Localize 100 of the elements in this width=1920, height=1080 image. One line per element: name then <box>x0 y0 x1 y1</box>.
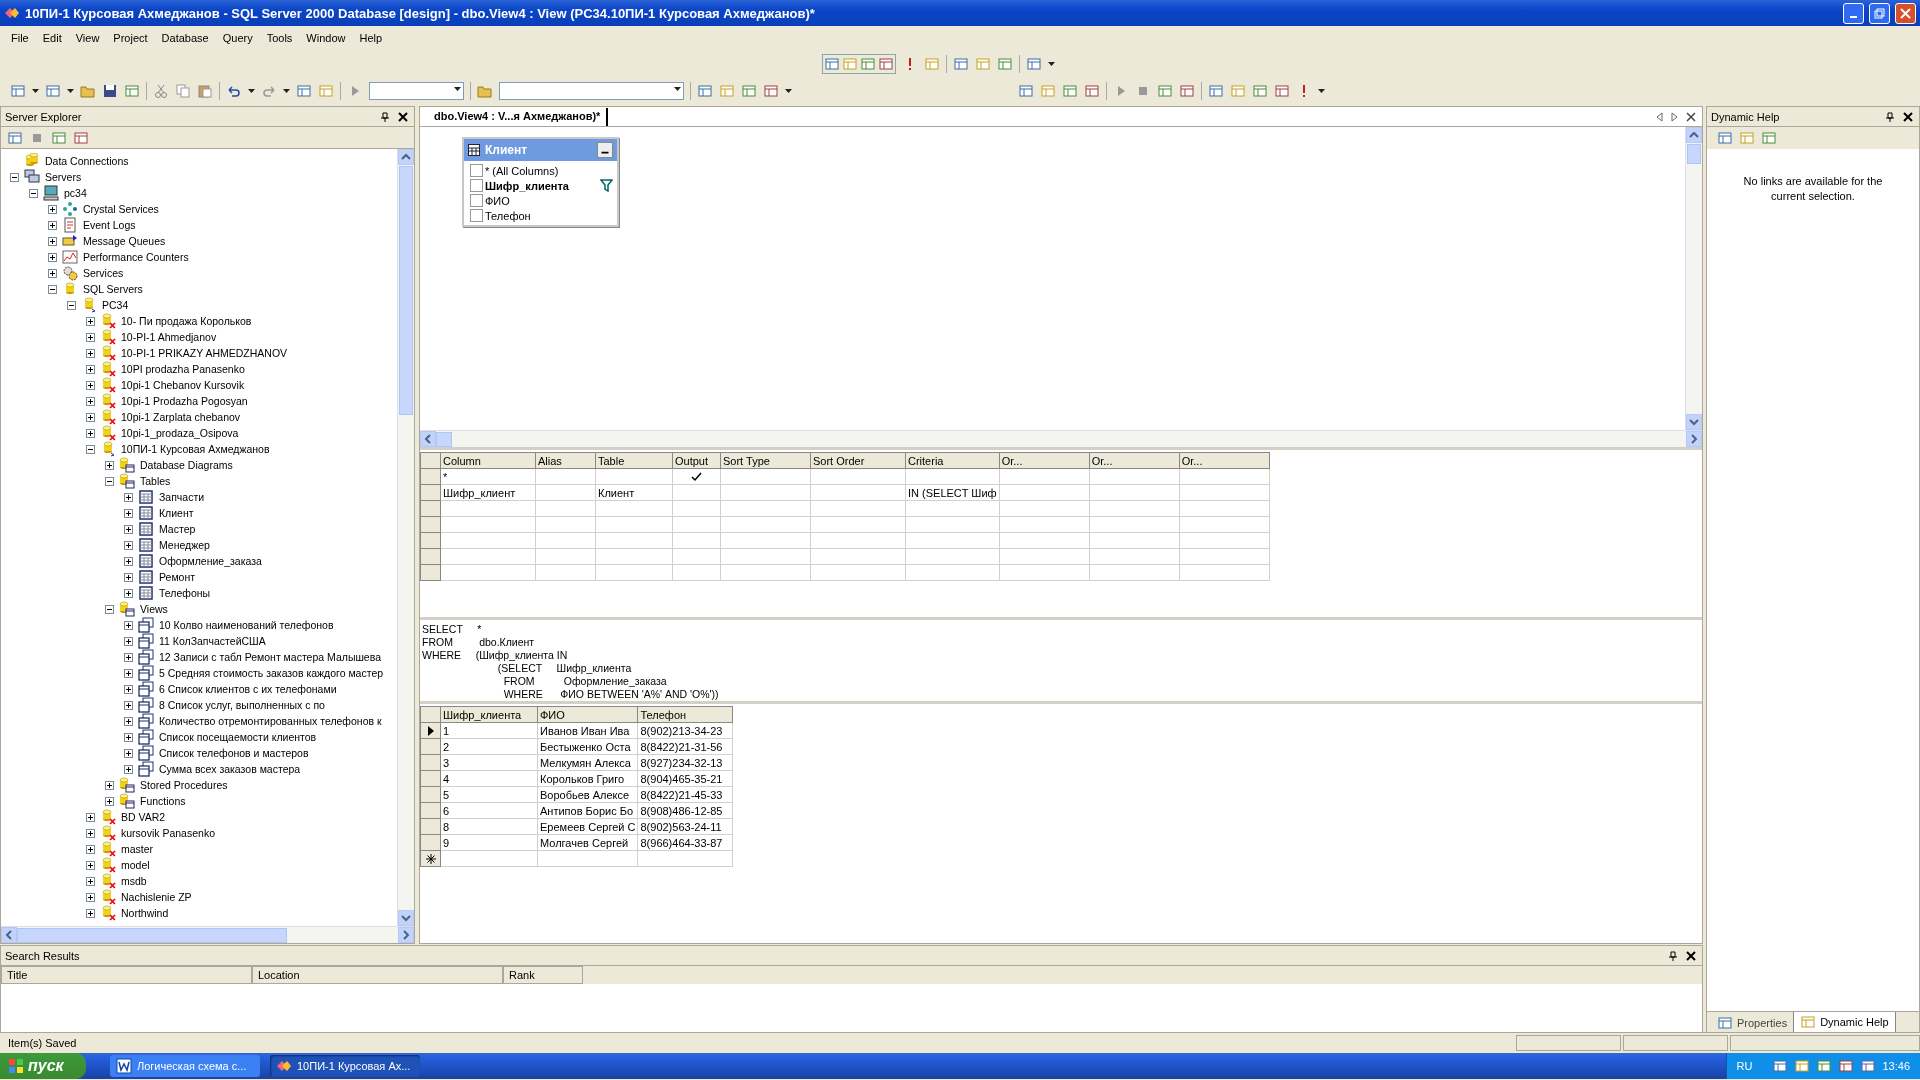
tree-item[interactable]: 10-PI-1 Ahmedjanov <box>120 331 218 343</box>
column-header[interactable]: Or... <box>1179 452 1270 469</box>
menu-item[interactable]: Database <box>154 29 216 47</box>
tree-item[interactable]: 5 Средняя стоимость заказов каждого мастер <box>158 667 385 679</box>
column-header[interactable]: ФИО <box>537 706 638 723</box>
expand-icon[interactable] <box>86 364 95 374</box>
scroll-up-icon[interactable] <box>1686 127 1702 143</box>
scroll-left-icon[interactable] <box>1 927 17 943</box>
dropdown-arrow-icon[interactable] <box>1048 60 1055 67</box>
column-header[interactable]: Column <box>440 452 536 469</box>
expand-icon[interactable] <box>86 828 95 838</box>
expand-icon[interactable] <box>124 764 133 774</box>
pin-icon[interactable] <box>1668 950 1678 961</box>
collapse-icon[interactable] <box>105 604 114 614</box>
minimize-button[interactable] <box>1843 2 1864 24</box>
tree-item[interactable]: 11 КолЗапчастейСША <box>158 635 267 647</box>
expand-icon[interactable] <box>105 780 114 790</box>
scroll-left-icon[interactable] <box>1656 111 1663 122</box>
menu-item[interactable]: File <box>4 29 36 47</box>
checkbox[interactable] <box>470 209 483 222</box>
tree-item[interactable]: Список телефонов и мастеров <box>158 747 310 759</box>
checkbox[interactable] <box>470 194 483 207</box>
scroll-up-icon[interactable] <box>398 149 414 165</box>
checkbox[interactable] <box>470 164 483 177</box>
tree-item[interactable]: Performance Counters <box>82 251 190 263</box>
tree-item[interactable]: model <box>120 859 151 871</box>
expand-icon[interactable] <box>124 572 133 582</box>
expand-icon[interactable] <box>105 460 114 470</box>
start-button[interactable]: пуск <box>0 1053 86 1079</box>
scrollbar-thumb[interactable] <box>17 927 287 943</box>
tree-item[interactable]: Количество отремонтированных телефонов к <box>158 715 383 727</box>
save-icon[interactable] <box>102 82 118 99</box>
tree-item[interactable]: Ремонт <box>158 571 197 583</box>
expand-icon[interactable] <box>86 316 95 326</box>
collapse-icon[interactable] <box>29 188 38 198</box>
column-header[interactable]: Or... <box>1089 452 1180 469</box>
column-header[interactable]: Sort Type <box>720 452 811 469</box>
horizontal-scrollbar[interactable] <box>1 926 414 943</box>
column-header[interactable]: Location <box>252 966 503 984</box>
tree-item[interactable]: pc34 <box>63 187 88 199</box>
tree-item[interactable]: Stored Procedures <box>139 779 229 791</box>
close-icon[interactable] <box>1686 111 1696 122</box>
tree-item[interactable]: Список посещаемости клиентов <box>158 731 318 743</box>
taskbar-button[interactable]: 10ПИ-1 Курсовая Ах... <box>270 1055 420 1077</box>
column-header[interactable]: Output <box>672 452 721 469</box>
scroll-down-icon[interactable] <box>1686 414 1702 430</box>
tree-item[interactable]: Оформление_заказа <box>158 555 263 567</box>
expand-icon[interactable] <box>86 812 95 822</box>
expand-icon[interactable] <box>124 684 133 694</box>
tree-item[interactable]: BD VAR2 <box>120 811 167 823</box>
collapse-icon[interactable] <box>86 444 95 454</box>
close-icon[interactable] <box>1903 111 1913 122</box>
tree-item[interactable]: 10pi-1 Prodazha Pogosyan <box>120 395 249 407</box>
panel-tab[interactable]: Dynamic Help <box>1793 1012 1896 1033</box>
tree-item[interactable]: Запчасти <box>158 491 206 503</box>
tree-item[interactable]: master <box>120 843 155 855</box>
collapse-icon[interactable] <box>10 172 19 182</box>
tree-item[interactable]: Менеджер <box>158 539 211 551</box>
close-button[interactable] <box>1895 2 1916 24</box>
expand-icon[interactable] <box>86 396 95 406</box>
column-header[interactable]: Sort Order <box>810 452 906 469</box>
table-icon[interactable] <box>1026 55 1042 72</box>
close-icon[interactable] <box>1686 950 1696 961</box>
field-name[interactable]: Шифр_клиента <box>485 179 569 192</box>
minimize-icon[interactable] <box>597 142 613 158</box>
dropdown-arrow-icon[interactable] <box>674 85 681 92</box>
dropdown-arrow-icon[interactable] <box>283 87 290 94</box>
tree-item[interactable]: Телефоны <box>158 587 212 599</box>
expand-icon[interactable] <box>86 908 95 918</box>
table-icon[interactable] <box>1018 82 1034 99</box>
menu-item[interactable]: Edit <box>35 29 69 47</box>
scrollbar-thumb[interactable] <box>399 166 413 415</box>
column-header[interactable]: Title <box>1 966 252 984</box>
table-icon[interactable] <box>763 82 779 99</box>
expand-icon[interactable] <box>48 220 57 230</box>
pin-icon[interactable] <box>380 111 390 122</box>
tree-item[interactable]: kursovik Panasenko <box>120 827 216 839</box>
tree-item[interactable]: 10ПИ-1 Курсовая Ахмеджанов <box>120 443 271 455</box>
tree-item[interactable]: 10-PI-1 PRIKAZY AHMEDZHANOV <box>120 347 289 359</box>
dropdown-arrow-icon[interactable] <box>785 87 792 94</box>
scroll-down-icon[interactable] <box>398 910 414 926</box>
tree-item[interactable]: Nachislenie ZP <box>120 891 193 903</box>
tree-item[interactable]: Event Logs <box>82 219 137 231</box>
scroll-right-icon[interactable] <box>1671 111 1678 122</box>
expand-icon[interactable] <box>48 268 57 278</box>
panel-tab[interactable]: Properties <box>1711 1012 1794 1033</box>
dropdown-arrow-icon[interactable] <box>454 85 461 92</box>
expand-icon[interactable] <box>124 556 133 566</box>
column-header[interactable]: Телефон <box>638 706 733 723</box>
tree-item[interactable]: Northwind <box>120 907 170 919</box>
tree-item[interactable]: Tables <box>139 475 172 487</box>
expand-icon[interactable] <box>124 748 133 758</box>
tree-item[interactable]: Мастер <box>158 523 197 535</box>
expand-icon[interactable] <box>124 700 133 710</box>
expand-icon[interactable] <box>86 860 95 870</box>
cut-icon[interactable] <box>153 82 169 99</box>
scroll-right-icon[interactable] <box>398 927 414 943</box>
expand-icon[interactable] <box>86 428 95 438</box>
horizontal-scrollbar[interactable] <box>420 430 1702 447</box>
maximize-button[interactable] <box>1869 2 1890 24</box>
